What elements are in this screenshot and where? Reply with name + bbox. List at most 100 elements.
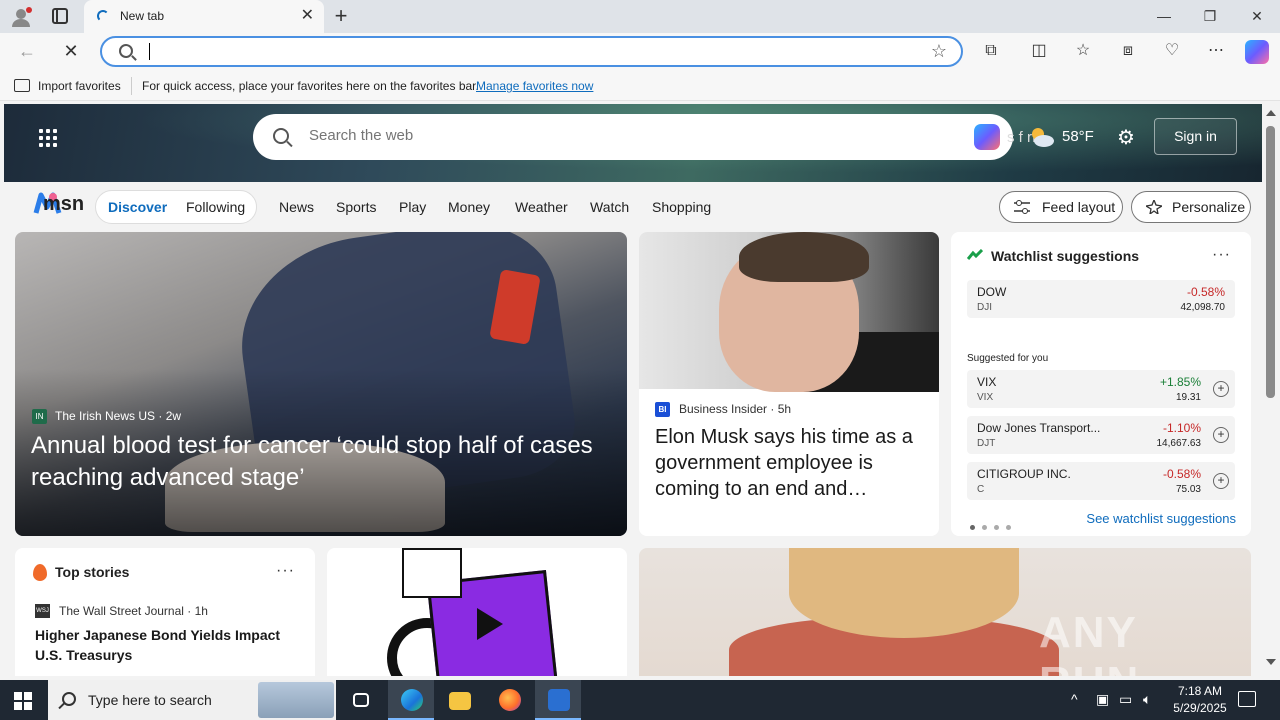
partly-cloudy-icon[interactable]	[1029, 126, 1055, 148]
stock-value: 75.03	[1175, 484, 1201, 495]
edge-taskbar-icon[interactable]	[388, 680, 434, 720]
feed-layout-button[interactable]: Feed layout	[999, 191, 1123, 223]
task-view-icon[interactable]	[338, 680, 384, 720]
web-search-input[interactable]	[309, 127, 909, 144]
powershell-icon[interactable]	[535, 680, 581, 720]
nav-news[interactable]: News	[279, 199, 314, 215]
collections-icon[interactable]: ⧈	[1118, 41, 1138, 61]
split-screen-icon[interactable]: ◫	[1029, 41, 1049, 61]
browser-essentials-icon[interactable]: ♡	[1162, 41, 1182, 61]
search-icon	[273, 128, 289, 144]
apps-grid-icon[interactable]	[39, 129, 57, 147]
illustration-card[interactable]	[327, 548, 627, 676]
close-tab-icon[interactable]: ✕	[301, 7, 314, 25]
profile-icon[interactable]	[10, 6, 32, 28]
top-stories-title: Top stories	[55, 564, 130, 580]
minimize-button[interactable]: —	[1154, 6, 1174, 26]
nav-sports[interactable]: Sports	[336, 199, 376, 215]
clock-date[interactable]: 5/29/2025	[1166, 701, 1234, 715]
hero-story-card[interactable]: IN The Irish News US · 2w Annual blood t…	[15, 232, 627, 536]
scroll-down-icon[interactable]	[1266, 659, 1276, 665]
loading-icon	[97, 10, 109, 22]
story-image	[789, 548, 1019, 638]
story-card[interactable]: BI Business Insider · 5h Elon Musk says …	[639, 232, 939, 536]
scroll-thumb[interactable]	[1266, 126, 1275, 398]
add-to-watchlist-button[interactable]: +	[1213, 427, 1229, 443]
scroll-up-icon[interactable]	[1266, 110, 1276, 116]
msn-logo-text[interactable]: msn	[43, 193, 84, 216]
favorite-star-icon[interactable]: ☆	[931, 41, 947, 62]
more-menu-icon[interactable]: ⋯	[1206, 41, 1226, 61]
address-input[interactable]	[148, 41, 908, 62]
stock-name: Dow Jones Transport...	[977, 421, 1101, 435]
gear-icon[interactable]: ⚙	[1115, 127, 1137, 149]
nav-weather[interactable]: Weather	[515, 199, 568, 215]
sparkle-icon	[1146, 200, 1162, 214]
stock-name: DOW	[977, 285, 1007, 299]
flame-icon	[33, 564, 47, 581]
more-options-icon[interactable]: ···	[1212, 246, 1231, 264]
stock-change: +1.85%	[1159, 375, 1201, 389]
stock-symbol: DJT	[977, 438, 996, 449]
stock-row[interactable]: DOW DJI -0.58% 42,098.70	[967, 280, 1235, 318]
windows-start-icon[interactable]	[14, 692, 32, 710]
title-bar: New tab ✕ + — ❐ ✕	[0, 0, 1280, 33]
chevron-up-icon[interactable]: ^	[1071, 691, 1078, 707]
sign-in-button[interactable]: Sign in	[1154, 118, 1237, 155]
divider	[131, 77, 132, 95]
personalize-button[interactable]: Personalize	[1131, 191, 1251, 223]
watermark: ANY RUN	[1039, 608, 1138, 676]
add-to-watchlist-button[interactable]: +	[1213, 473, 1229, 489]
more-options-icon[interactable]: ···	[276, 562, 295, 580]
temperature[interactable]: 58°F	[1062, 128, 1094, 145]
story-source: The Wall Street Journal · 1h	[59, 604, 208, 618]
notifications-icon[interactable]	[1238, 691, 1256, 707]
stock-row[interactable]: CITIGROUP INC. C -0.58% 75.03 +	[967, 462, 1235, 500]
story-headline[interactable]: Higher Japanese Bond Yields Impact U.S. …	[35, 625, 300, 665]
story-headline[interactable]: Elon Musk says his time as a government …	[655, 424, 930, 502]
extensions-icon[interactable]: ⧉	[981, 41, 1001, 61]
nav-shopping[interactable]: Shopping	[652, 199, 711, 215]
tab-discover[interactable]: Discover	[108, 199, 167, 215]
story-headline[interactable]: Annual blood test for cancer ‘could stop…	[31, 430, 621, 494]
clock-time[interactable]: 7:18 AM	[1170, 684, 1230, 698]
manage-favorites-link[interactable]: Manage favorites now	[476, 79, 593, 93]
copilot-icon[interactable]	[1245, 40, 1269, 64]
back-button[interactable]: ←	[16, 40, 38, 62]
stock-change: -0.58%	[1186, 285, 1225, 299]
new-tab-button[interactable]: +	[330, 3, 352, 29]
watchlist-icon	[967, 249, 983, 260]
network-device-icon[interactable]: ▣	[1096, 691, 1109, 708]
restore-button[interactable]: ❐	[1200, 6, 1220, 26]
favorites-hint: For quick access, place your favorites h…	[142, 79, 479, 93]
file-explorer-icon[interactable]	[436, 680, 482, 720]
tab-new-tab[interactable]: New tab ✕	[84, 0, 324, 33]
web-search-box[interactable]	[253, 114, 1013, 160]
taskbar-search[interactable]: Type here to search	[48, 680, 336, 720]
stock-row[interactable]: Dow Jones Transport... DJT -1.10% 14,667…	[967, 416, 1235, 454]
stock-symbol: DJI	[977, 302, 992, 313]
watchlist-card: Watchlist suggestions ··· DOW DJI -0.58%…	[951, 232, 1251, 536]
tab-actions-icon[interactable]	[52, 8, 68, 24]
import-favorites-button[interactable]: Import favorites	[38, 79, 121, 93]
carousel-pager[interactable]	[970, 517, 1018, 535]
tab-following[interactable]: Following	[186, 199, 245, 215]
address-bar[interactable]: ☆	[100, 36, 963, 67]
illustration-image	[402, 548, 462, 598]
nav-play[interactable]: Play	[399, 199, 426, 215]
close-window-button[interactable]: ✕	[1247, 6, 1267, 26]
network-icon[interactable]: ▭	[1119, 691, 1132, 708]
see-watchlist-link[interactable]: See watchlist suggestions	[1086, 511, 1236, 526]
copilot-search-icon[interactable]	[974, 124, 1000, 150]
stock-row[interactable]: VIX VIX +1.85% 19.31 +	[967, 370, 1235, 408]
nav-watch[interactable]: Watch	[590, 199, 629, 215]
firefox-icon[interactable]	[486, 680, 532, 720]
volume-icon[interactable]: 🔈︎	[1143, 691, 1151, 708]
favorites-icon[interactable]: ☆	[1073, 41, 1093, 61]
story-source: Business Insider · 5h	[679, 402, 792, 416]
nav-money[interactable]: Money	[448, 199, 490, 215]
photo-story-card[interactable]: ANY RUN	[639, 548, 1251, 676]
stop-loading-button[interactable]: ✕	[60, 40, 82, 62]
add-to-watchlist-button[interactable]: +	[1213, 381, 1229, 397]
page-scrollbar[interactable]	[1262, 104, 1280, 676]
